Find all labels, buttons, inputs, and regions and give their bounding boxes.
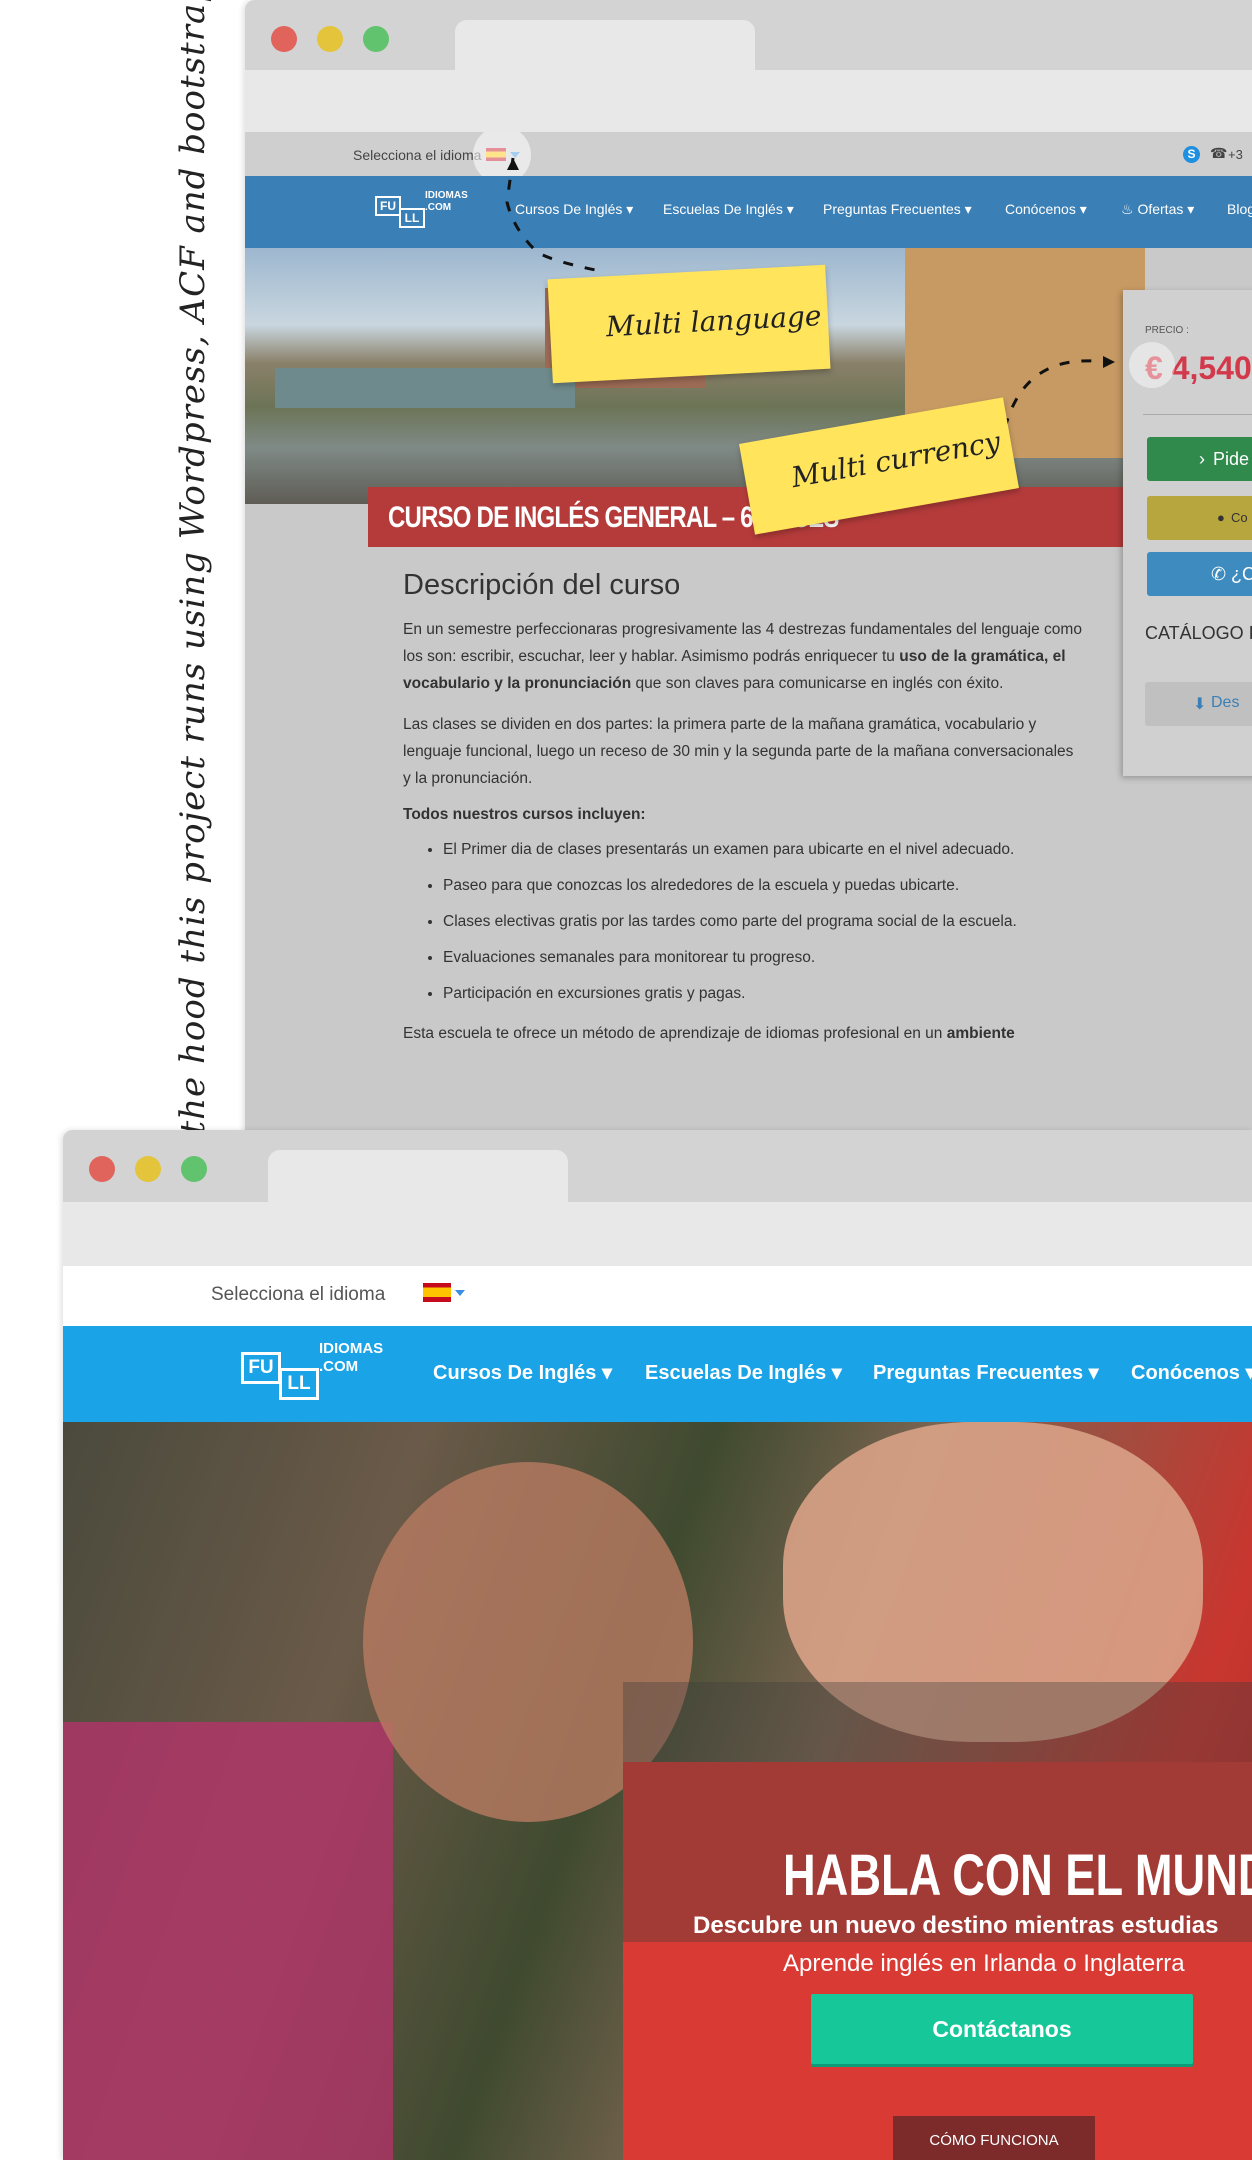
logo-com-text: .COM	[319, 1358, 359, 1375]
browser-window-course-page: Selecciona el idioma S ☎ +3 FU LL IDIOMA…	[245, 0, 1252, 1140]
contact-button[interactable]: Contáctanos	[811, 1994, 1193, 2064]
close-window-button[interactable]	[271, 26, 297, 52]
browser-chrome	[245, 0, 1252, 132]
nav-item-conocenos[interactable]: Conócenos ▾	[1131, 1360, 1252, 1385]
maximize-window-button[interactable]	[181, 1156, 207, 1182]
arrowhead-icon	[1103, 356, 1115, 368]
magenta-jacket-left	[63, 1722, 393, 2160]
hero-subtitle-1: Descubre un nuevo destino mientras estud…	[693, 1912, 1219, 1939]
maximize-window-button[interactable]	[363, 26, 389, 52]
chevron-down-icon	[455, 1289, 465, 1296]
home-page: Selecciona el idioma FU LL IDIOMAS .COM …	[63, 1266, 1252, 2160]
list-item: Clases electivas gratis por las tardes c…	[443, 904, 1083, 940]
side-caption: Under the hood this project runs using W…	[173, 0, 213, 1260]
minimize-window-button[interactable]	[317, 26, 343, 52]
browser-window-home-page: Selecciona el idioma FU LL IDIOMAS .COM …	[63, 1130, 1252, 2160]
logo-full-text: FU	[241, 1352, 281, 1384]
browser-tab[interactable]	[268, 1150, 568, 1202]
main-nav: FU LL IDIOMAS .COM Cursos De Inglés ▾ Es…	[63, 1326, 1252, 1422]
language-label: Selecciona el idioma	[211, 1284, 386, 1305]
language-selector[interactable]	[423, 1283, 465, 1302]
language-arrow	[505, 157, 606, 274]
list-item: Paseo para que conozcas los alrededores …	[443, 868, 1083, 904]
language-bar: Selecciona el idioma	[63, 1266, 1252, 1326]
includes-list: El Primer dia de clases presentarás un e…	[403, 832, 1083, 1012]
address-bar[interactable]	[63, 1202, 1252, 1266]
arrowhead-icon	[507, 158, 519, 170]
description-paragraph-3: Esta escuela te ofrece un método de apre…	[403, 1025, 1015, 1042]
how-it-works-button[interactable]: CÓMO FUNCIONA	[893, 2116, 1095, 2160]
logo-idiomas-text: IDIOMAS	[319, 1340, 384, 1357]
sticky-note-language: Multi language	[547, 264, 831, 384]
course-page: Selecciona el idioma S ☎ +3 FU LL IDIOMA…	[245, 132, 1252, 1140]
list-item: Participación en excursiones gratis y pa…	[443, 976, 1083, 1012]
nav-item-preguntas[interactable]: Preguntas Frecuentes ▾	[873, 1360, 1099, 1385]
nav-item-cursos[interactable]: Cursos De Inglés ▾	[433, 1360, 612, 1385]
address-bar[interactable]	[245, 70, 1252, 132]
close-window-button[interactable]	[89, 1156, 115, 1182]
currency-arrow	[1003, 359, 1106, 429]
list-item: El Primer dia de clases presentarás un e…	[443, 832, 1083, 868]
minimize-window-button[interactable]	[135, 1156, 161, 1182]
hero-subtitle-2: Aprende inglés en Irlanda o Inglaterra	[783, 1950, 1185, 1977]
logo-ll-text: LL	[279, 1368, 319, 1400]
site-logo[interactable]: FU LL IDIOMAS .COM	[241, 1338, 384, 1408]
list-item: Evaluaciones semanales para monitorear t…	[443, 940, 1083, 976]
spain-flag-icon	[423, 1283, 451, 1302]
hero-title: HABLA CON EL MUNDO	[783, 1843, 1252, 1908]
nav-item-escuelas[interactable]: Escuelas De Inglés ▾	[645, 1360, 842, 1385]
browser-tab[interactable]	[455, 20, 755, 72]
browser-chrome	[63, 1130, 1252, 1266]
